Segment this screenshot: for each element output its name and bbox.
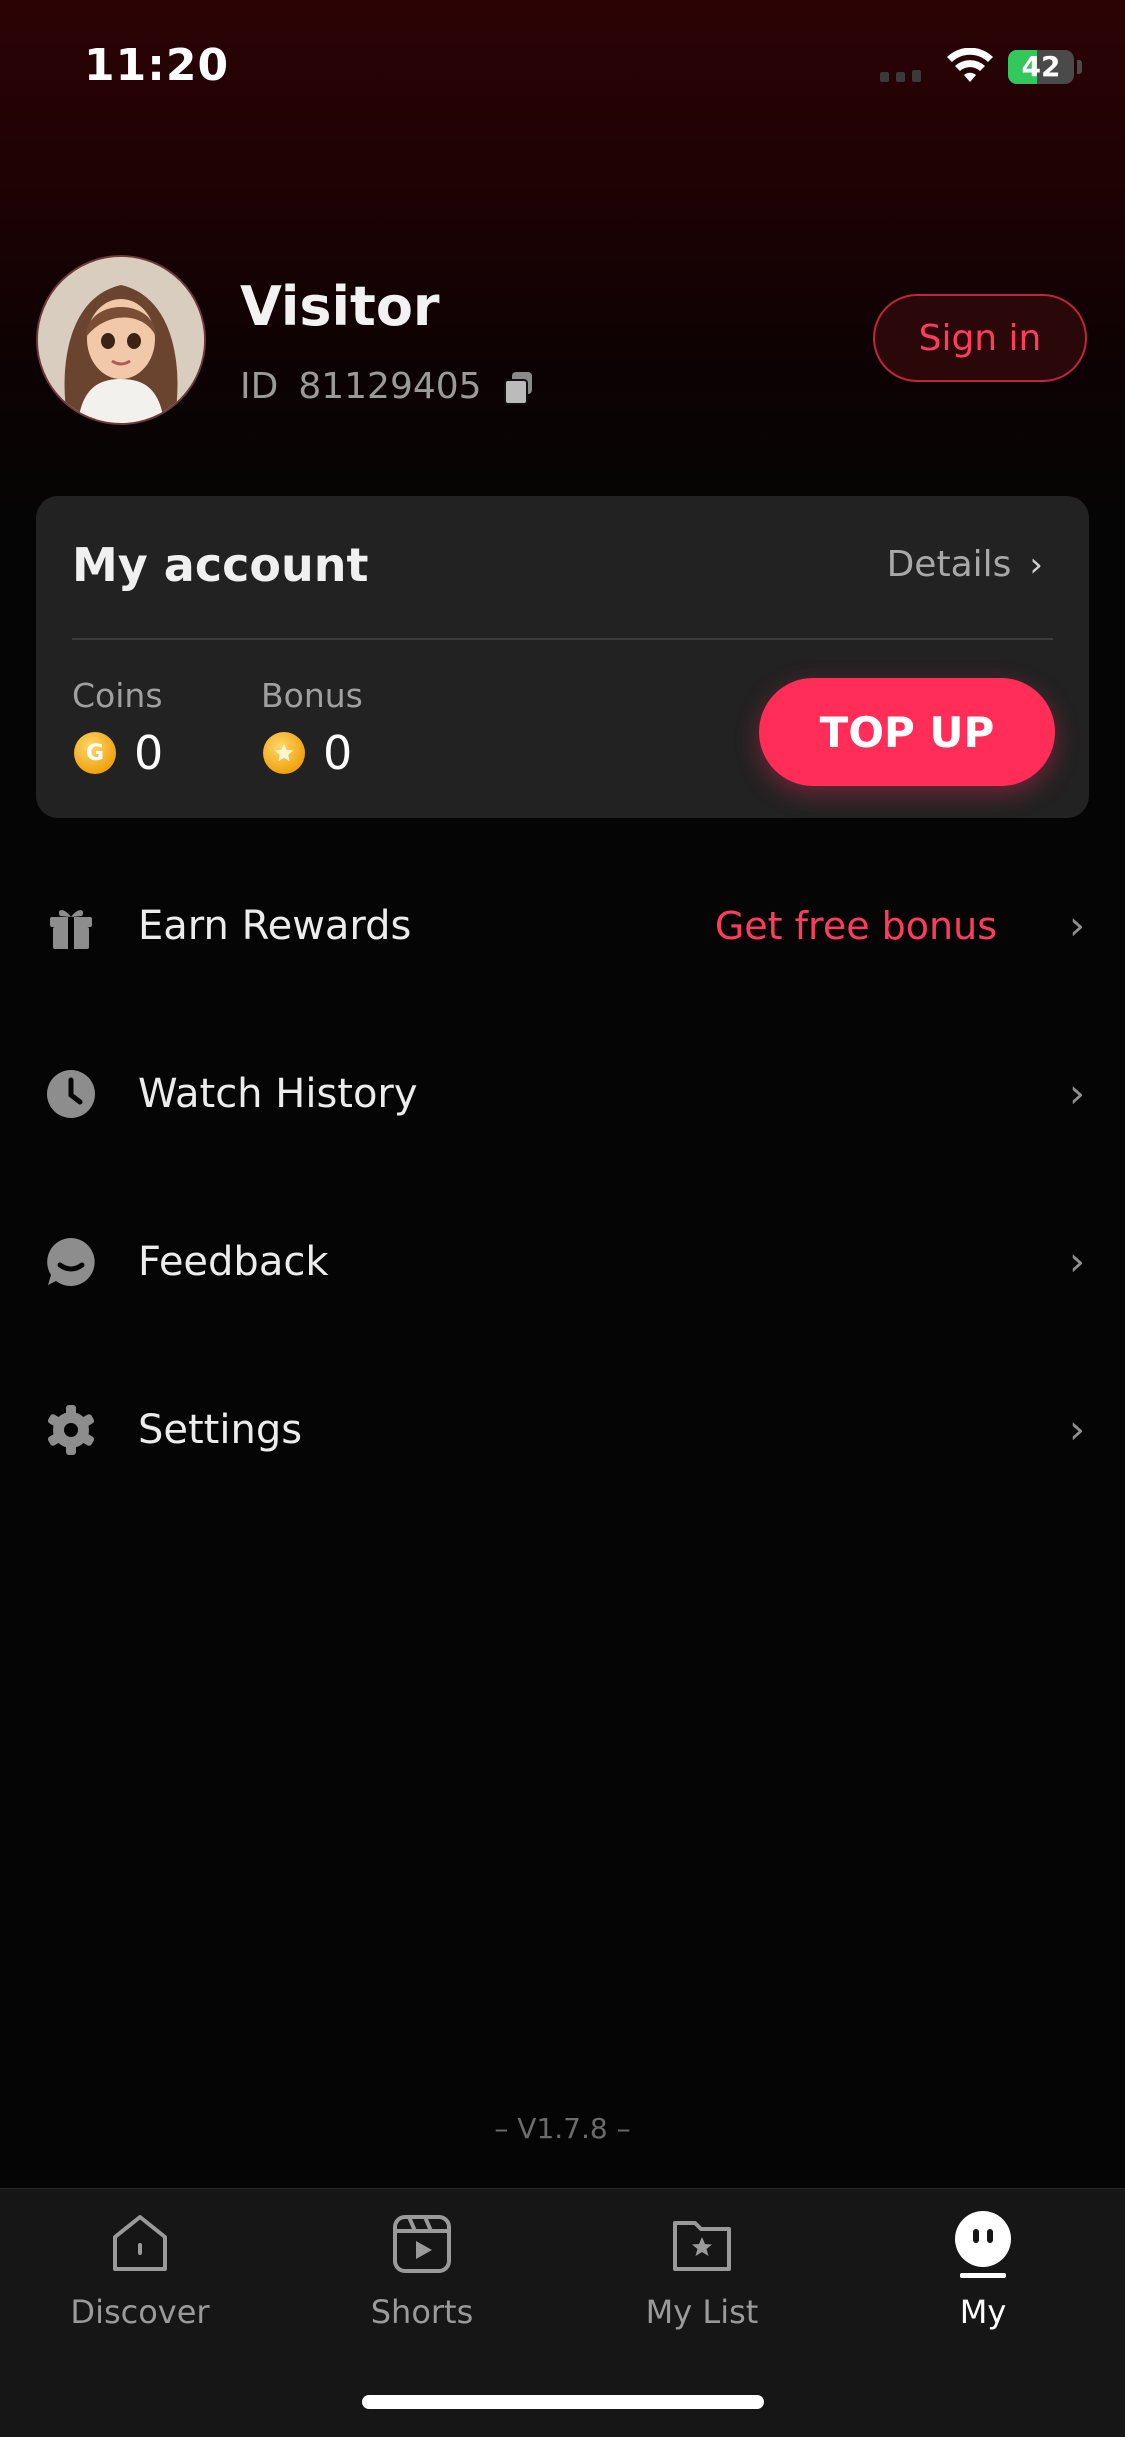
user-id-value: 81129405 <box>298 366 482 407</box>
divider <box>72 638 1053 640</box>
status-time: 11:20 <box>84 40 230 91</box>
menu-item-feedback[interactable]: Feedback › <box>0 1202 1125 1322</box>
details-link[interactable]: Details › <box>887 544 1043 585</box>
menu-label-feedback: Feedback <box>138 1239 329 1285</box>
menu-item-earn-rewards[interactable]: Earn Rewards Get free bonus › <box>0 866 1125 986</box>
battery-icon: 42 <box>1008 50 1074 84</box>
tab-discover[interactable]: Discover <box>30 2209 250 2331</box>
bonus-star-icon <box>263 732 305 774</box>
bonus-balance: 0 <box>263 726 352 780</box>
avatar-illustration <box>38 257 204 423</box>
sign-in-button[interactable]: Sign in <box>873 294 1087 382</box>
menu-label-watch-history: Watch History <box>138 1071 418 1117</box>
wifi-icon <box>947 48 993 82</box>
chevron-right-icon: › <box>1069 903 1085 949</box>
tab-label-shorts: Shorts <box>370 2293 474 2331</box>
top-up-button[interactable]: TOP UP <box>759 678 1055 786</box>
house-icon <box>113 2215 167 2271</box>
tab-my-list[interactable]: My List <box>592 2209 812 2331</box>
free-bonus-text: Get free bonus <box>714 904 997 948</box>
menu-item-watch-history[interactable]: Watch History › <box>0 1034 1125 1154</box>
battery-cap <box>1077 60 1082 74</box>
app-version: – V1.7.8 – <box>494 2112 631 2145</box>
avatar[interactable] <box>36 255 206 425</box>
face-icon <box>955 2211 1011 2278</box>
user-id-label: ID <box>240 366 279 407</box>
coin-icon: G <box>74 732 116 774</box>
star-folder-icon <box>673 2221 731 2271</box>
bottom-tab-bar: Discover Shorts My List My <box>0 2188 1125 2437</box>
user-id: ID 81129405 <box>240 366 534 407</box>
chevron-right-icon: › <box>1069 1071 1085 1117</box>
bonus-value: 0 <box>323 726 353 780</box>
coins-balance: G 0 <box>74 726 163 780</box>
chevron-right-icon: › <box>1069 1239 1085 1285</box>
tab-label-my: My <box>959 2293 1007 2331</box>
bonus-label: Bonus <box>261 676 363 715</box>
gear-icon <box>47 1405 95 1455</box>
menu-item-settings[interactable]: Settings › <box>0 1370 1125 1490</box>
home-indicator <box>362 2395 764 2409</box>
play-clapper-icon <box>393 2215 451 2273</box>
battery-percent: 42 <box>1021 50 1061 83</box>
account-card: My account Details › Coins G 0 Bonus 0 T… <box>36 496 1089 818</box>
chevron-right-icon: › <box>1069 1407 1085 1453</box>
chat-bubble-icon <box>47 1238 95 1286</box>
cellular-signal-icon <box>880 70 921 82</box>
username: Visitor <box>240 275 440 338</box>
coins-value: 0 <box>134 726 164 780</box>
clock-icon <box>47 1070 95 1118</box>
gift-icon <box>50 910 92 949</box>
details-label: Details <box>886 544 1012 585</box>
chevron-right-icon: › <box>1029 544 1043 585</box>
tab-shorts[interactable]: Shorts <box>312 2209 532 2331</box>
tab-label-discover: Discover <box>70 2293 210 2331</box>
menu-label-earn-rewards: Earn Rewards <box>138 903 412 949</box>
coins-label: Coins <box>72 676 163 715</box>
copy-icon[interactable] <box>503 371 534 405</box>
menu-label-settings: Settings <box>138 1407 303 1453</box>
account-title: My account <box>72 538 369 592</box>
tab-label-my-list: My List <box>645 2293 759 2331</box>
tab-my[interactable]: My <box>873 2209 1093 2331</box>
